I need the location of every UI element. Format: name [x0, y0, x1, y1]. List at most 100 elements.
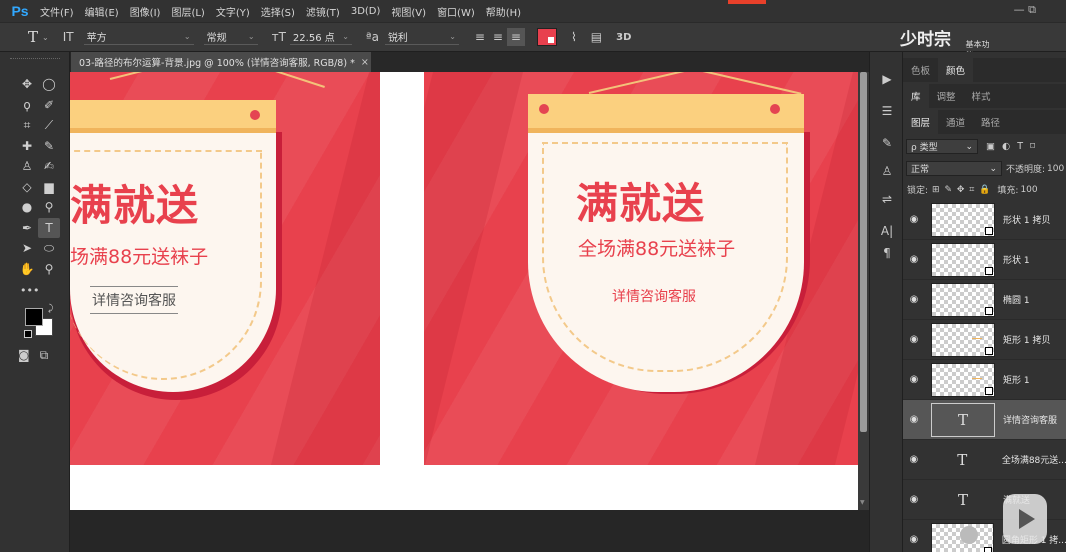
ellipse-tool-icon[interactable]: ⬭: [38, 238, 60, 259]
visibility-eye-icon[interactable]: ◉: [903, 534, 925, 545]
chevron-down-icon: ⌄: [342, 32, 349, 41]
menu-type[interactable]: 文字(Y): [216, 4, 250, 19]
layer-row[interactable]: ◉ 矩形 1 拷贝: [903, 320, 1066, 360]
dodge-tool-icon[interactable]: ⚲: [38, 197, 60, 218]
layer-row[interactable]: ◉ 矩形 1: [903, 360, 1066, 400]
video-play-button[interactable]: [1003, 494, 1047, 544]
brush-panel-icon[interactable]: ✎: [879, 136, 895, 150]
quick-select-tool-icon[interactable]: ✐: [38, 95, 60, 116]
layer-row[interactable]: ◉ 形状 1: [903, 240, 1066, 280]
move-tool-icon[interactable]: ✥: [16, 74, 38, 95]
scrollbar-thumb[interactable]: [860, 72, 867, 432]
menu-file[interactable]: 文件(F): [40, 4, 74, 19]
tab-layers[interactable]: 图层: [903, 110, 939, 134]
visibility-eye-icon[interactable]: ◉: [903, 454, 925, 465]
visibility-eye-icon[interactable]: ◉: [903, 254, 925, 265]
blend-mode-select[interactable]: 正常 ⌄: [906, 161, 1002, 176]
layer-row[interactable]: ◉ 形状 1 拷贝: [903, 200, 1066, 240]
antialias-select[interactable]: 锐利 ⌄: [384, 29, 459, 45]
menu-filter[interactable]: 滤镜(T): [306, 4, 340, 19]
layer-kind-select[interactable]: ρ 类型 ⌄: [906, 139, 978, 154]
path-select-tool-icon[interactable]: ➤: [16, 238, 38, 259]
menu-help[interactable]: 帮助(H): [486, 4, 521, 19]
menu-3d[interactable]: 3D(D): [351, 6, 381, 17]
menu-edit[interactable]: 编辑(E): [85, 4, 119, 19]
menu-view[interactable]: 视图(V): [391, 4, 426, 19]
character-panel-icon[interactable]: ▤: [591, 30, 602, 44]
zoom-tool-icon[interactable]: ⚲: [38, 259, 60, 280]
menu-select[interactable]: 选择(S): [261, 4, 295, 19]
layer-row[interactable]: ◉ 椭圆 1: [903, 280, 1066, 320]
crop-tool-icon[interactable]: ⌗: [16, 115, 38, 136]
menu-image[interactable]: 图像(I): [130, 4, 161, 19]
gradient-tool-icon[interactable]: ▆: [38, 177, 60, 198]
align-center-icon[interactable]: ≡: [489, 28, 507, 46]
tab-libraries[interactable]: 库: [903, 84, 929, 108]
healing-tool-icon[interactable]: ✚: [16, 136, 38, 157]
adjust-panel-icon[interactable]: ⇌: [879, 192, 895, 206]
tab-adjustments[interactable]: 调整: [929, 84, 964, 108]
blur-tool-icon[interactable]: ●: [16, 197, 38, 218]
warp-text-icon[interactable]: ⌇: [571, 30, 577, 44]
foreground-color[interactable]: [25, 308, 43, 326]
3d-button[interactable]: 3D: [616, 32, 631, 43]
paragraph-panel-icon[interactable]: ¶: [879, 246, 895, 260]
fill-value[interactable]: 100: [1020, 185, 1037, 195]
align-left-icon[interactable]: ≡: [471, 28, 489, 46]
clone-source-icon[interactable]: ♙: [879, 164, 895, 178]
vertical-scrollbar[interactable]: ▼: [858, 72, 869, 510]
canvas[interactable]: 满就送 场满88元送袜子 详情咨询客服 满就送 全场满88元送袜子 详情咨询客服: [70, 72, 858, 510]
poster-right-cs[interactable]: 详情咨询客服: [612, 286, 696, 306]
document-tab[interactable]: 03-路径的布尔运算-背景.jpg @ 100% (详情咨询客服, RGB/8)…: [71, 52, 371, 72]
stamp-tool-icon[interactable]: ♙: [16, 156, 38, 177]
menu-window[interactable]: 窗口(W): [437, 4, 475, 19]
swap-colors-icon[interactable]: ⤸: [48, 304, 53, 314]
brush-tool-icon[interactable]: ✎: [38, 136, 60, 157]
scroll-down-icon[interactable]: ▼: [860, 499, 865, 506]
properties-panel-icon[interactable]: ☰: [879, 104, 895, 118]
layer-filter-icons[interactable]: ▣ ◐ T ⌑: [986, 141, 1037, 152]
tab-styles[interactable]: 样式: [964, 84, 999, 108]
text-color-swatch[interactable]: [536, 28, 557, 46]
marquee-tool-icon[interactable]: ◯: [38, 74, 60, 95]
close-icon[interactable]: ×: [361, 57, 369, 68]
font-size-select[interactable]: 22.56 点 ⌄: [289, 29, 352, 45]
pen-tool-icon[interactable]: ✒: [16, 218, 38, 239]
hand-tool-icon[interactable]: ✋: [16, 259, 38, 280]
eyedropper-tool-icon[interactable]: ⟋: [38, 115, 60, 136]
window-controls[interactable]: — ⧉: [1014, 3, 1036, 17]
default-colors-icon[interactable]: [24, 330, 32, 338]
tab-channels[interactable]: 通道: [938, 110, 973, 134]
tab-paths[interactable]: 路径: [973, 110, 1008, 134]
lock-icons[interactable]: ⊞ ✎ ✥ ⌗ 🔒: [932, 185, 991, 195]
opacity-value[interactable]: 100: [1047, 164, 1064, 174]
lasso-tool-icon[interactable]: ϙ: [16, 95, 38, 116]
align-right-icon[interactable]: ≡: [506, 28, 525, 46]
history-panel-icon[interactable]: ▶: [879, 72, 895, 86]
type-tool-icon[interactable]: T: [38, 217, 60, 238]
history-brush-icon[interactable]: ✍: [38, 156, 60, 177]
tool-preset-caret[interactable]: ⌄: [42, 33, 49, 42]
layer-row-selected[interactable]: ◉ T 详情咨询客服: [903, 400, 1066, 440]
tab-swatches[interactable]: 色板: [903, 58, 938, 82]
more-tools-icon[interactable]: •••: [20, 284, 39, 297]
visibility-eye-icon[interactable]: ◉: [903, 374, 925, 385]
visibility-eye-icon[interactable]: ◉: [903, 214, 925, 225]
screen-mode-icon[interactable]: ⧉: [40, 348, 49, 363]
character-panel-icon[interactable]: A|: [879, 224, 895, 238]
visibility-eye-icon[interactable]: ◉: [903, 494, 925, 505]
toolbar-grip[interactable]: [10, 58, 60, 61]
visibility-eye-icon[interactable]: ◉: [903, 334, 925, 345]
text-orientation-icon[interactable]: IT: [63, 30, 74, 44]
visibility-eye-icon[interactable]: ◉: [903, 414, 925, 425]
eraser-tool-icon[interactable]: ◇: [16, 177, 38, 198]
poster-left-cs[interactable]: 详情咨询客服: [90, 286, 178, 314]
quick-mask-icon[interactable]: ◙: [18, 348, 30, 363]
font-family-select[interactable]: 苹方 ⌄: [83, 29, 194, 45]
visibility-eye-icon[interactable]: ◉: [903, 294, 925, 305]
font-style-select[interactable]: 常规 ⌄: [203, 29, 258, 45]
tab-color[interactable]: 颜色: [938, 58, 974, 82]
layer-row[interactable]: ◉ T 全场满88元送...: [903, 440, 1066, 480]
text-tool-icon[interactable]: T: [28, 28, 38, 46]
menu-layer[interactable]: 图层(L): [171, 4, 204, 19]
